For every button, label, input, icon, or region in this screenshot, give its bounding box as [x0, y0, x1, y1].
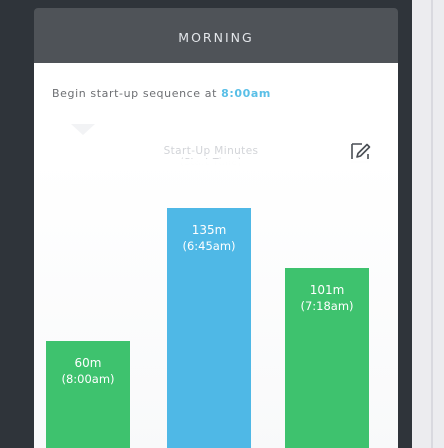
chart-bar[interactable]: 135m (6:45am)	[167, 208, 251, 448]
start-sequence-prefix: Begin start-up sequence at	[52, 87, 222, 100]
bar-start-time-label: (7:18am)	[300, 299, 354, 313]
chart-axis-title: Start-Up Minutes	[163, 145, 259, 157]
pointer-notch	[71, 124, 95, 135]
bar-minutes-label: 135m	[191, 223, 227, 237]
bar-start-time-label: (8:00am)	[61, 372, 115, 386]
chart-bar[interactable]: 101m (7:18am)	[285, 268, 369, 448]
app-header: MORNING	[34, 8, 398, 63]
edit-pencil-icon[interactable]	[348, 141, 372, 165]
main-panel: Begin start-up sequence at 8:00am Start-…	[34, 63, 398, 448]
bar-minutes-label: 60m	[74, 356, 102, 370]
start-sequence-text: Begin start-up sequence at 8:00am	[52, 87, 271, 100]
bar-start-time-label: (6:45am)	[182, 239, 236, 253]
chart-bar[interactable]: 60m (8:00am)	[46, 341, 130, 448]
window-gutter	[412, 0, 444, 448]
chart-axis-subtitle: (Start Time)	[180, 157, 242, 168]
bar-minutes-label: 101m	[309, 283, 345, 297]
page-title: MORNING	[178, 30, 254, 45]
start-time-value: 8:00am	[221, 87, 271, 100]
chart-axis-label: Start-Up Minutes (Start Time)	[126, 145, 296, 169]
device-frame: MORNING Begin start-up sequence at 8:00a…	[0, 0, 412, 448]
gutter-divider	[431, 0, 433, 448]
